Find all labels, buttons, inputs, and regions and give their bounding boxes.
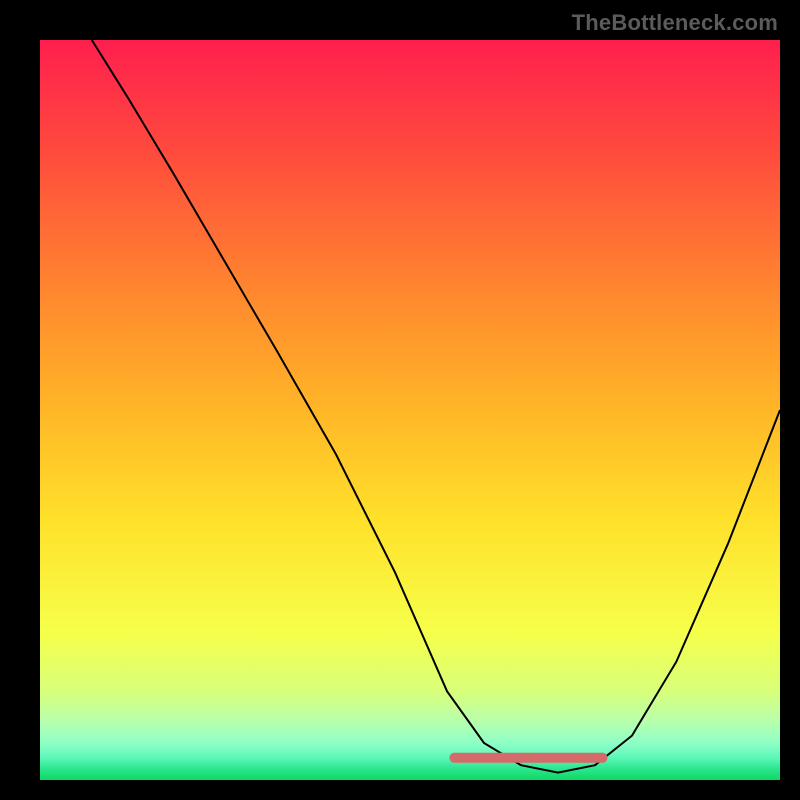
chart-frame: TheBottleneck.com xyxy=(0,0,800,800)
optimal-point-dot xyxy=(597,753,607,763)
plot-area xyxy=(40,40,780,780)
watermark-text: TheBottleneck.com xyxy=(572,10,778,36)
bottleneck-curve xyxy=(92,40,780,773)
bottleneck-curve-svg xyxy=(40,40,780,780)
